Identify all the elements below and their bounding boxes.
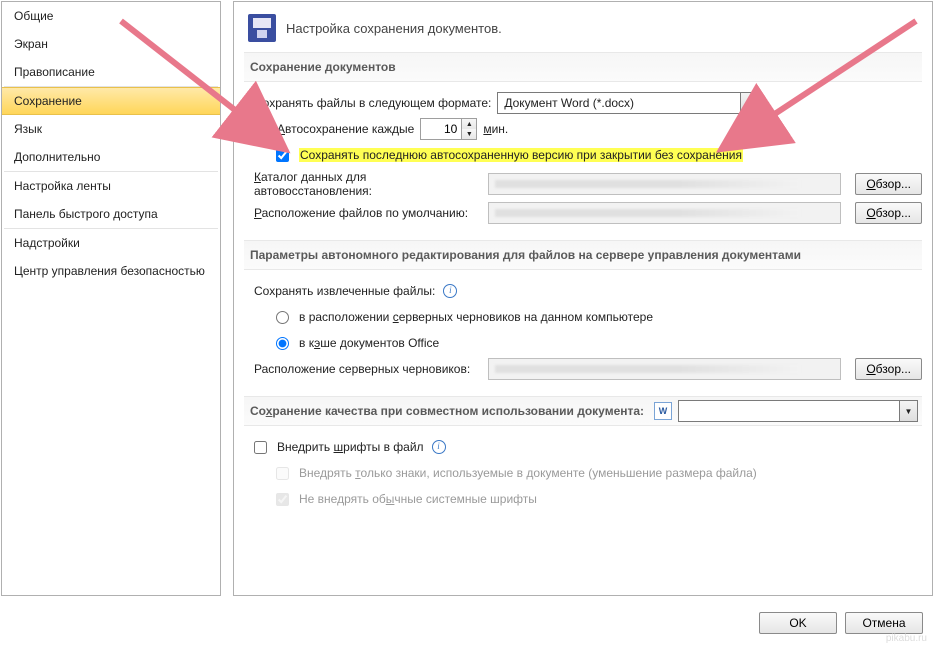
group-title: Параметры автономного редактирования для… (248, 244, 918, 266)
group-offline: Сохранять извлеченные файлы: i в располо… (244, 270, 922, 386)
embed-only-used-checkbox (276, 467, 289, 480)
options-dialog: Общие Экран Правописание Сохранение Язык… (0, 0, 934, 647)
keep-last-autosaved-checkbox[interactable] (276, 149, 289, 162)
row-save-extracted: Сохранять извлеченные файлы: i (254, 278, 922, 304)
autosave-label: Автосохранение каждые (277, 122, 414, 136)
row-radio-office-cache: в кэше документов Office (254, 330, 922, 356)
sidebar-item-label: Правописание (14, 65, 95, 79)
default-location-input[interactable] (488, 202, 841, 224)
sidebar-item-quick-access[interactable]: Панель быстрого доступа (2, 200, 220, 228)
spinner-down-icon[interactable]: ▼ (462, 129, 476, 139)
autorecover-location-input[interactable] (488, 173, 841, 195)
sidebar-item-addins[interactable]: Надстройки (2, 229, 220, 257)
sidebar-item-label: Дополнительно (14, 150, 100, 164)
embed-fonts-checkbox[interactable] (254, 441, 267, 454)
server-drafts-radio[interactable] (276, 311, 289, 324)
no-system-fonts-label: Не внедрять обычные системные шрифты (299, 492, 537, 506)
office-cache-radio-label: в кэше документов Office (299, 336, 439, 350)
combo-value: Документ Word (*.docx) (498, 96, 740, 110)
info-icon[interactable]: i (432, 440, 446, 454)
office-cache-radio[interactable] (276, 337, 289, 350)
sidebar-item-label: Центр управления безопасностью (14, 264, 205, 278)
row-no-system-fonts: Не внедрять обычные системные шрифты (254, 486, 922, 512)
sidebar-item-general[interactable]: Общие (2, 2, 220, 30)
save-format-label: Сохранять файлы в следующем формате: (254, 96, 491, 110)
category-sidebar: Общие Экран Правописание Сохранение Язык… (1, 1, 221, 596)
row-default-location: Расположение файлов по умолчанию: Обзор.… (254, 200, 922, 226)
no-system-fonts-checkbox (276, 493, 289, 506)
quality-document-combo[interactable]: ▼ (678, 400, 918, 422)
sidebar-item-label: Панель быстрого доступа (14, 207, 158, 221)
chevron-down-icon[interactable]: ▼ (740, 93, 758, 113)
sidebar-item-label: Надстройки (14, 236, 80, 250)
sidebar-item-display[interactable]: Экран (2, 30, 220, 58)
sidebar-item-label: Настройка ленты (14, 179, 111, 193)
sidebar-item-label: Язык (14, 122, 42, 136)
watermark: pikabu.ru (886, 633, 927, 644)
autosave-interval-input[interactable] (421, 119, 461, 139)
browse-button[interactable]: Обзор... (855, 202, 922, 224)
group-title: Сохранение документов (248, 56, 918, 78)
row-autosave: Автосохранение каждые ▲▼ мин. (254, 116, 922, 142)
row-server-drafts-location: Расположение серверных черновиков: Обзор… (254, 356, 922, 382)
sidebar-item-proofing[interactable]: Правописание (2, 58, 220, 86)
autosave-checkbox[interactable] (254, 123, 267, 136)
info-icon[interactable]: i (443, 284, 457, 298)
row-autorecover-location: Каталог данных для автовосстановления: О… (254, 168, 922, 200)
group-save-documents-header: Сохранение документов (244, 52, 922, 82)
sidebar-item-label: Общие (14, 9, 53, 23)
sidebar-item-language[interactable]: Язык (2, 115, 220, 143)
autosave-unit: мин. (483, 122, 508, 136)
row-embed-fonts: Внедрить шрифты в файл i (254, 434, 922, 460)
group-save-documents: Сохранять файлы в следующем формате: Док… (244, 82, 922, 230)
browse-button[interactable]: Обзор... (855, 358, 922, 380)
save-extracted-label: Сохранять извлеченные файлы: (254, 284, 435, 298)
autorecover-location-label: Каталог данных для автовосстановления: (254, 170, 482, 198)
sidebar-item-label: Экран (14, 37, 48, 51)
keep-last-autosaved-label: Сохранять последнюю автосохраненную верс… (299, 148, 743, 162)
server-drafts-radio-label: в расположении серверных черновиков на д… (299, 310, 653, 324)
cancel-button[interactable]: Отмена (845, 612, 923, 634)
save-icon (248, 14, 276, 42)
row-embed-only-used: Внедрять только знаки, используемые в до… (254, 460, 922, 486)
row-save-format: Сохранять файлы в следующем формате: Док… (254, 90, 922, 116)
group-title: Сохранение качества при совместном испол… (248, 400, 644, 422)
spinner-up-icon[interactable]: ▲ (462, 119, 476, 129)
save-format-combo[interactable]: Документ Word (*.docx) ▼ (497, 92, 759, 114)
row-radio-server-drafts: в расположении серверных черновиков на д… (254, 304, 922, 330)
sidebar-item-advanced[interactable]: Дополнительно (2, 143, 220, 171)
page-header: Настройка сохранения документов. (248, 14, 922, 42)
word-document-icon: W (654, 402, 672, 420)
group-quality-header: Сохранение качества при совместном испол… (244, 396, 922, 426)
browse-button[interactable]: Обзор... (855, 173, 922, 195)
content-pane: Настройка сохранения документов. Сохране… (233, 1, 933, 596)
dialog-body: Общие Экран Правописание Сохранение Язык… (1, 1, 933, 596)
chevron-down-icon[interactable]: ▼ (899, 401, 917, 421)
server-drafts-location-input[interactable] (488, 358, 841, 380)
group-offline-header: Параметры автономного редактирования для… (244, 240, 922, 270)
embed-only-used-label: Внедрять только знаки, используемые в до… (299, 466, 757, 480)
server-drafts-location-label: Расположение серверных черновиков: (254, 362, 482, 376)
ok-button[interactable]: OK (759, 612, 837, 634)
default-location-label: Расположение файлов по умолчанию: (254, 206, 482, 220)
sidebar-item-save[interactable]: Сохранение (2, 87, 220, 115)
sidebar-item-trust-center[interactable]: Центр управления безопасностью (2, 257, 220, 285)
dialog-footer: OK Отмена (1, 596, 933, 642)
page-title: Настройка сохранения документов. (286, 21, 502, 36)
row-keep-last-autosaved: Сохранять последнюю автосохраненную верс… (254, 142, 922, 168)
group-quality: Внедрить шрифты в файл i Внедрять только… (244, 426, 922, 516)
embed-fonts-label: Внедрить шрифты в файл (277, 440, 424, 454)
sidebar-item-customize-ribbon[interactable]: Настройка ленты (2, 172, 220, 200)
sidebar-item-label: Сохранение (14, 94, 82, 108)
autosave-interval-spinner[interactable]: ▲▼ (420, 118, 477, 140)
